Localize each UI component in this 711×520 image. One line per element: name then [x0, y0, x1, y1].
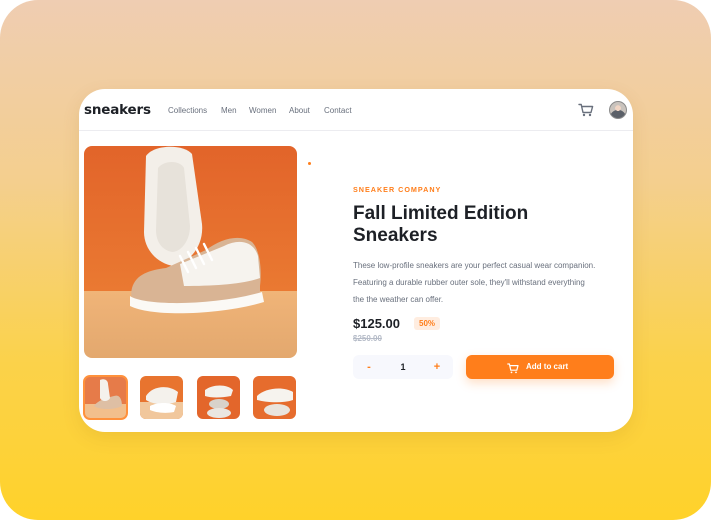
quantity-stepper: - 1 + [353, 355, 453, 379]
product-title-line-1: Fall Limited Edition [353, 203, 529, 224]
product-description: These low-profile sneakers are your perf… [353, 261, 596, 304]
product-title-line-2: Sneakers [353, 225, 438, 246]
product-page-window: sneakers Collections Men Women About Con… [79, 89, 633, 432]
nav-link-about[interactable]: About [289, 106, 310, 115]
decorative-dot [308, 162, 311, 165]
nav-link-collections[interactable]: Collections [168, 106, 207, 115]
logo[interactable]: sneakers [84, 102, 151, 118]
thumbnail-1[interactable] [83, 375, 128, 420]
thumbnail-2[interactable] [140, 376, 183, 419]
nav-link-contact[interactable]: Contact [324, 106, 352, 115]
current-price: $125.00 [353, 316, 400, 331]
nav-link-men[interactable]: Men [221, 106, 237, 115]
main-product-image[interactable] [84, 146, 297, 358]
cart-icon [507, 361, 519, 374]
navbar: sneakers Collections Men Women About Con… [79, 89, 633, 131]
original-price: $250.00 [353, 334, 382, 343]
add-to-cart-label: Add to cart [526, 362, 569, 371]
quantity-value: 1 [400, 362, 406, 372]
discount-badge: 50% [414, 317, 441, 330]
thumbnail-3[interactable] [197, 376, 240, 419]
increase-quantity-button[interactable]: + [427, 355, 447, 379]
cart-icon[interactable] [578, 103, 594, 117]
decrease-quantity-button[interactable]: - [359, 355, 379, 379]
company-label: SNEAKER COMPANY [353, 185, 442, 194]
add-to-cart-button[interactable]: Add to cart [466, 355, 614, 379]
thumbnail-4[interactable] [253, 376, 296, 419]
avatar[interactable] [609, 101, 627, 119]
nav-link-women[interactable]: Women [249, 106, 276, 115]
product-title: Fall Limited Edition Sneakers [353, 203, 573, 247]
